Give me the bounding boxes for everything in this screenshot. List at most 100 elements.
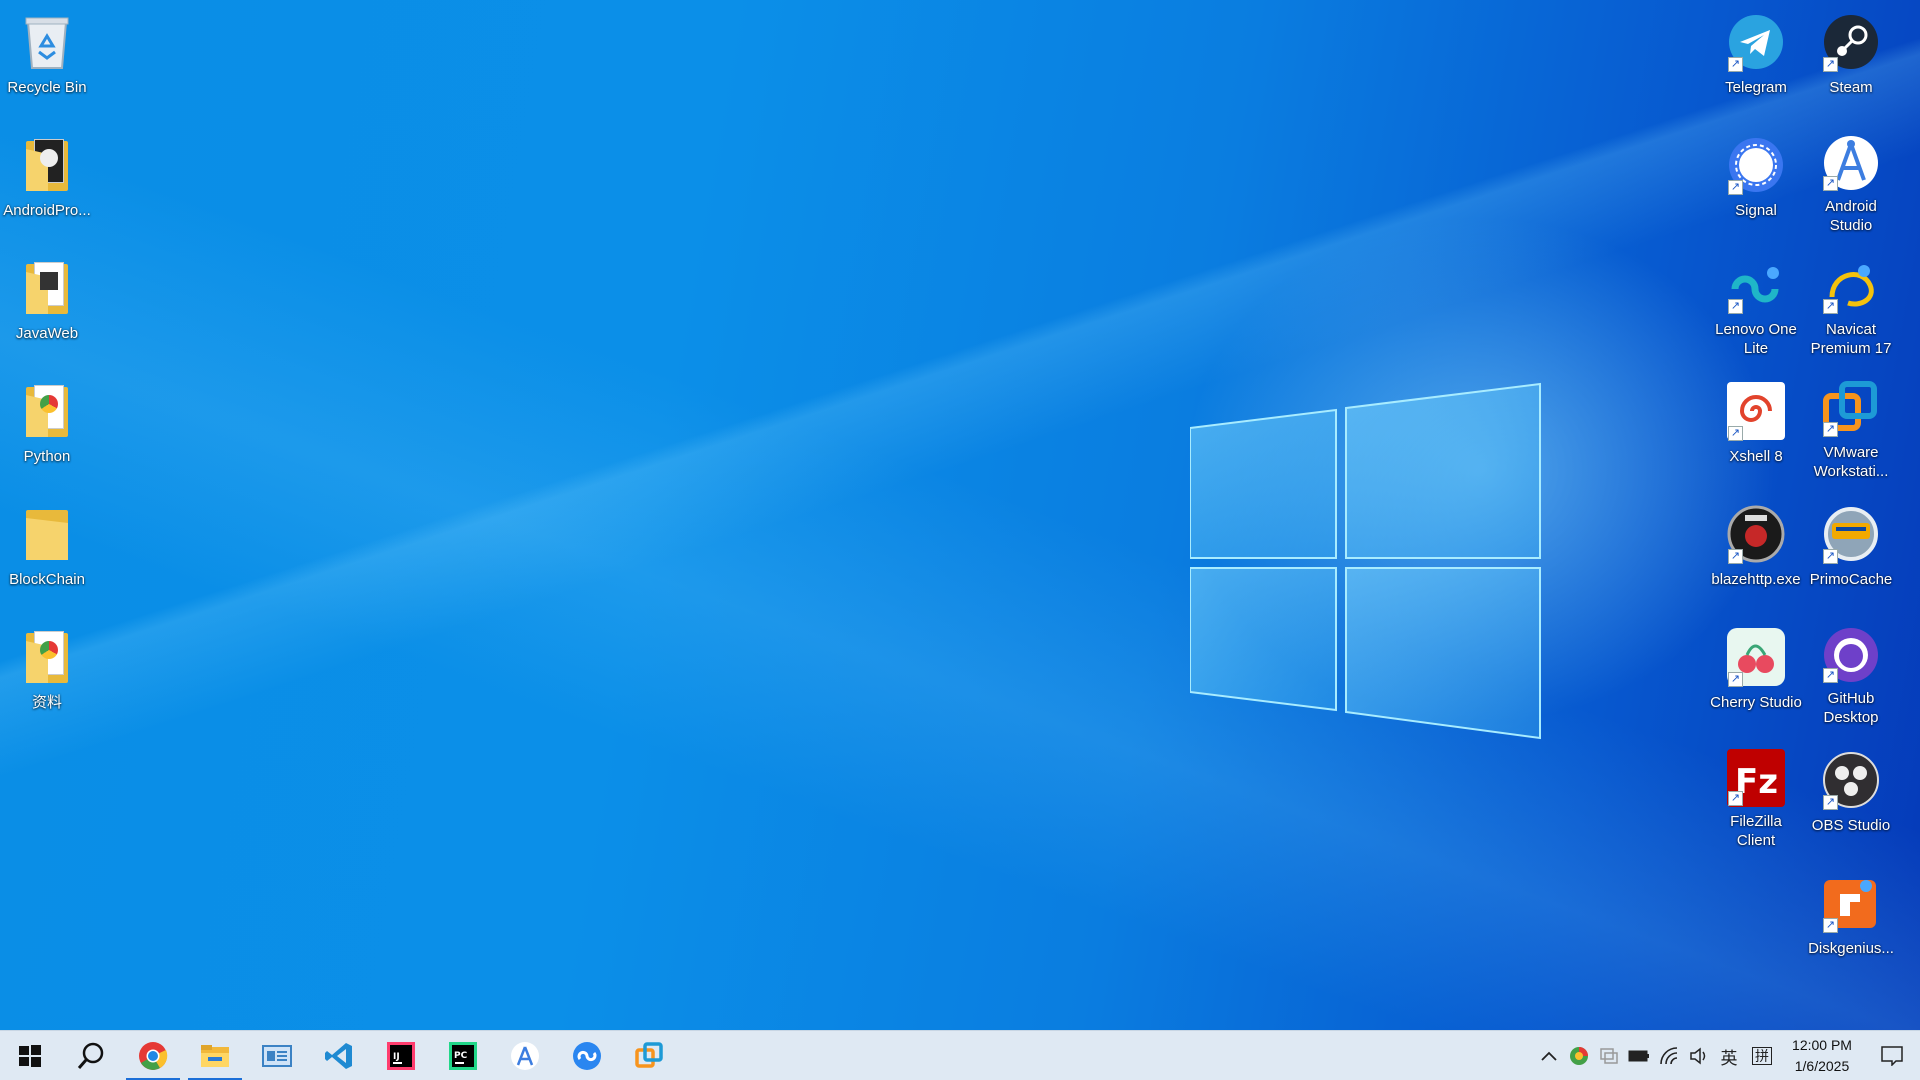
github-desktop-desktop-icon[interactable]: ↗ GitHub Desktop — [1805, 617, 1897, 727]
search-icon — [77, 1042, 104, 1069]
lenovo-one-lite-icon: ↗ — [1724, 256, 1788, 316]
desktop-icon-label: Telegram — [1725, 79, 1787, 96]
desktop-icon-label: 资料 — [31, 694, 62, 711]
vmware-desktop-icon[interactable]: ↗ VMware Workstati... — [1805, 371, 1897, 481]
show-hidden-icons-button[interactable] — [1534, 1031, 1564, 1080]
obs-studio-desktop-icon[interactable]: ↗ OBS Studio — [1805, 740, 1897, 850]
tray-display[interactable] — [1594, 1031, 1624, 1080]
folder-icon — [15, 379, 79, 443]
desktop-icon-label: Navicat Premium 17 — [1810, 321, 1892, 357]
folder-icon — [15, 625, 79, 689]
taskbar-control-panel[interactable] — [246, 1031, 308, 1080]
taskbar-lenovo-one-lite[interactable] — [556, 1031, 618, 1080]
notification-icon — [1881, 1046, 1903, 1066]
clock-time: 12:00 PM — [1792, 1037, 1852, 1053]
desktop-icon-label: Android Studio — [1825, 198, 1877, 234]
navicat-icon: ↗ — [1819, 256, 1883, 316]
folder-icon — [15, 133, 79, 197]
desktop[interactable]: Recycle Bin AndroidPro... JavaWeb Python… — [0, 0, 1920, 1030]
tray-volume[interactable] — [1684, 1031, 1714, 1080]
github-icon: ↗ — [1819, 625, 1883, 685]
clock-date: 1/6/2025 — [1794, 1058, 1850, 1074]
display-icon — [1600, 1048, 1618, 1064]
primocache-icon: ↗ — [1819, 502, 1883, 566]
lenovo-one-lite-icon — [573, 1041, 601, 1070]
blazehttp-desktop-icon[interactable]: ↗ blazehttp.exe — [1710, 494, 1802, 604]
steam-desktop-icon[interactable]: ↗ Steam — [1805, 2, 1897, 112]
vmware-icon — [635, 1041, 663, 1068]
diskgenius-desktop-icon[interactable]: ↗ Diskgenius... — [1805, 863, 1897, 973]
desktop-icon-label: PrimoCache — [1809, 571, 1893, 588]
telegram-icon: ↗ — [1724, 10, 1788, 74]
taskbar-android-studio[interactable] — [494, 1031, 556, 1080]
desktop-icon-label: Xshell 8 — [1729, 448, 1783, 465]
svg-text:IJ: IJ — [393, 1052, 400, 1062]
cherry-studio-icon: ↗ — [1724, 625, 1788, 689]
start-button[interactable] — [0, 1031, 60, 1080]
pycharm-icon: PC — [449, 1041, 477, 1070]
search-button[interactable] — [60, 1031, 122, 1080]
navicat-desktop-icon[interactable]: ↗ Navicat Premium 17 — [1805, 248, 1897, 358]
folder-icon — [15, 256, 79, 320]
ime-mode-label: 拼 — [1752, 1047, 1772, 1065]
cherry-studio-desktop-icon[interactable]: ↗ Cherry Studio — [1710, 617, 1802, 727]
android-studio-icon — [511, 1041, 539, 1070]
taskbar-clock[interactable]: 12:00 PM 1/6/2025 — [1780, 1035, 1864, 1077]
taskbar-chrome[interactable] — [122, 1031, 184, 1080]
tray-security-app[interactable] — [1564, 1031, 1594, 1080]
intellij-icon: IJ — [387, 1041, 415, 1070]
taskbar-file-explorer[interactable] — [184, 1031, 246, 1080]
blazehttp-icon: ↗ — [1724, 502, 1788, 566]
primocache-desktop-icon[interactable]: ↗ PrimoCache — [1805, 494, 1897, 604]
desktop-icon-label: AndroidPro... — [3, 202, 91, 219]
wifi-icon — [1660, 1047, 1678, 1065]
taskbar-vmware[interactable] — [618, 1031, 680, 1080]
ime-mode-indicator[interactable]: 拼 — [1744, 1031, 1780, 1080]
battery-icon — [1628, 1050, 1649, 1062]
desktop-icon-label: Steam — [1829, 79, 1873, 96]
lenovo-one-lite-desktop-icon[interactable]: ↗ Lenovo One Lite — [1710, 248, 1802, 358]
android-studio-icon: ↗ — [1819, 133, 1883, 193]
vmware-icon: ↗ — [1819, 379, 1883, 439]
desktop-icon-label: blazehttp.exe — [1711, 571, 1801, 588]
ziliao-folder-desktop-icon[interactable]: 资料 — [1, 617, 93, 727]
xshell-icon: ↗ — [1724, 379, 1788, 443]
vscode-icon — [325, 1042, 352, 1069]
taskbar-pycharm[interactable]: PC — [432, 1031, 494, 1080]
desktop-icon-label: Python — [23, 448, 71, 465]
desktop-icon-label: VMware Workstati... — [1813, 444, 1889, 480]
taskbar-intellij[interactable]: IJ — [370, 1031, 432, 1080]
signal-desktop-icon[interactable]: ↗ Signal — [1710, 125, 1802, 235]
tray-battery[interactable] — [1624, 1031, 1654, 1080]
androidpro-folder-desktop-icon[interactable]: AndroidPro... — [1, 125, 93, 235]
desktop-icon-label: Lenovo One Lite — [1715, 321, 1797, 357]
android-studio-desktop-icon[interactable]: ↗ Android Studio — [1805, 125, 1897, 235]
python-folder-desktop-icon[interactable]: Python — [1, 371, 93, 481]
windows-start-icon — [19, 1044, 41, 1067]
speaker-icon — [1690, 1047, 1706, 1065]
telegram-desktop-icon[interactable]: ↗ Telegram — [1710, 2, 1802, 112]
action-center-button[interactable] — [1864, 1031, 1920, 1080]
blockchain-folder-desktop-icon[interactable]: BlockChain — [1, 494, 93, 604]
filezilla-icon: Fz ↗ — [1724, 748, 1788, 808]
desktop-icon-label: OBS Studio — [1811, 817, 1891, 834]
desktop-icon-label: FileZilla Client — [1730, 813, 1782, 849]
file-explorer-icon — [201, 1044, 229, 1067]
ime-language-indicator[interactable]: 英 — [1714, 1031, 1744, 1080]
filezilla-desktop-icon[interactable]: Fz ↗ FileZilla Client — [1710, 740, 1802, 850]
security-shield-icon — [1570, 1047, 1588, 1065]
recycle-bin-icon — [15, 10, 79, 74]
obs-studio-icon: ↗ — [1819, 748, 1883, 812]
javaweb-folder-desktop-icon[interactable]: JavaWeb — [1, 248, 93, 358]
taskbar-vscode[interactable] — [308, 1031, 370, 1080]
signal-icon: ↗ — [1724, 133, 1788, 197]
chrome-icon — [139, 1041, 168, 1070]
recycle-bin-desktop-icon[interactable]: Recycle Bin — [1, 2, 93, 112]
chevron-up-icon — [1541, 1051, 1557, 1061]
tray-network[interactable] — [1654, 1031, 1684, 1080]
desktop-icon-label: Cherry Studio — [1710, 694, 1802, 711]
desktop-icon-label: JavaWeb — [15, 325, 79, 342]
desktop-icon-label: BlockChain — [9, 571, 85, 588]
xshell-desktop-icon[interactable]: ↗ Xshell 8 — [1710, 371, 1802, 481]
control-panel-icon — [262, 1044, 292, 1067]
